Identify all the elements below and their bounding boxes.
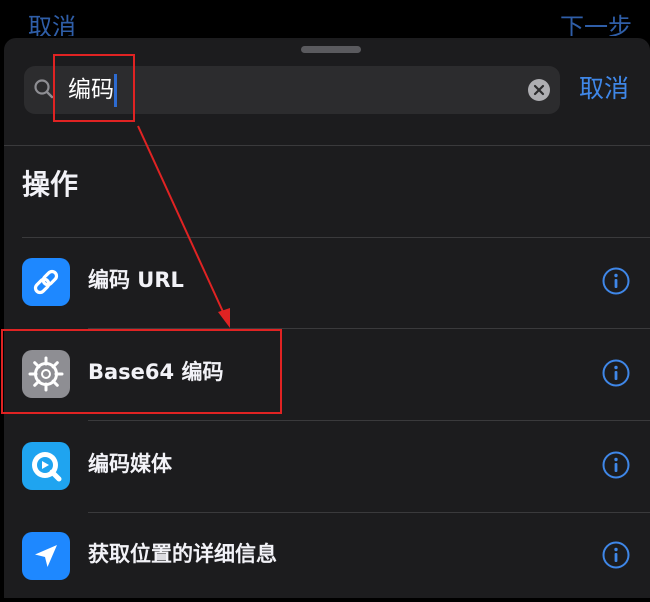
annotation-arrow — [137, 125, 230, 328]
